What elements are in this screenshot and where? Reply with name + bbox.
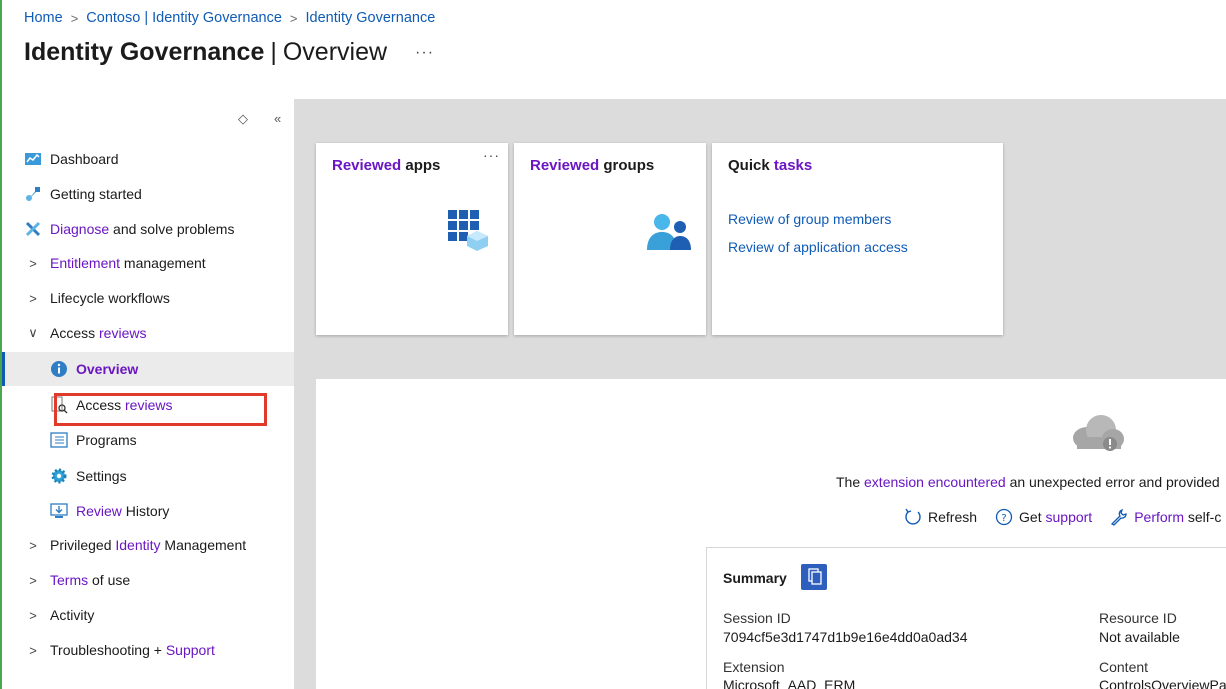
chevron-right-icon: > xyxy=(29,255,37,271)
programs-icon xyxy=(50,431,68,449)
chevron-right-icon: > xyxy=(29,607,37,623)
page-title-separator: | xyxy=(270,38,277,66)
refresh-button[interactable]: Refresh xyxy=(904,508,977,526)
chevron-right-icon: > xyxy=(29,290,37,306)
chevron-right-icon: > xyxy=(29,537,37,553)
page-title: Identity Governance | Overview ··· xyxy=(24,38,434,67)
collapse-sidebar-icon[interactable]: « xyxy=(274,111,281,126)
more-options-button[interactable]: ··· xyxy=(415,44,434,62)
reviewed-groups-card[interactable]: Reviewed groups xyxy=(514,143,706,335)
sidebar-item-settings[interactable]: Settings xyxy=(2,459,294,493)
extension-value: Microsoft_AAD_ERM xyxy=(723,677,856,689)
review-application-access-link[interactable]: Review of application access xyxy=(728,239,908,255)
chevron-right-icon: > xyxy=(29,572,37,588)
users-group-icon xyxy=(646,213,692,256)
error-panel: The extension encountered an unexpected … xyxy=(316,379,1226,689)
resource-id-value: Not available xyxy=(1099,629,1180,645)
sidebar-item-label: Diagnose and solve problems xyxy=(50,221,235,237)
cloud-error-icon xyxy=(1069,412,1127,459)
perform-self-check-label: Perform self-c xyxy=(1134,509,1222,525)
sidebar-item-dashboard[interactable]: Dashboard xyxy=(2,142,294,176)
sidebar-item-getting-started[interactable]: Getting started xyxy=(2,177,294,211)
info-icon xyxy=(50,360,68,378)
summary-title: Summary xyxy=(723,570,787,586)
card-title: Quick tasks xyxy=(728,157,813,174)
chevron-down-icon: ∨ xyxy=(28,325,38,340)
sidebar-scroll-icon[interactable]: ◇ xyxy=(238,111,248,127)
sidebar-item-troubleshooting-support[interactable]: > Troubleshooting + Support xyxy=(2,633,294,667)
download-history-icon xyxy=(50,502,68,520)
apps-grid-icon xyxy=(447,209,489,256)
breadcrumb: Home > Contoso | Identity Governance > I… xyxy=(24,10,435,26)
sidebar-item-label: Entitlement management xyxy=(50,255,206,271)
get-support-button[interactable]: ? Get support xyxy=(995,508,1092,526)
error-message: The extension encountered an unexpected … xyxy=(836,474,1220,490)
sidebar-item-entitlement-management[interactable]: > Entitlement management xyxy=(2,246,294,280)
card-more-button[interactable]: ··· xyxy=(483,147,500,163)
chevron-right-icon: > xyxy=(70,10,79,26)
card-title: Reviewed apps xyxy=(332,157,441,174)
quick-tasks-card: Quick tasks Review of group members Revi… xyxy=(712,143,1003,335)
wrench-icon xyxy=(1111,508,1127,526)
sidebar-item-activity[interactable]: > Activity xyxy=(2,598,294,632)
sidebar-item-label: Terms of use xyxy=(50,572,131,588)
sidebar-item-label: Lifecycle workflows xyxy=(50,290,170,306)
reviewed-apps-card[interactable]: Reviewed apps ··· xyxy=(316,143,508,335)
resource-id-label: Resource ID xyxy=(1099,610,1177,626)
sidebar-item-lifecycle-workflows[interactable]: > Lifecycle workflows xyxy=(2,281,294,315)
card-title: Reviewed groups xyxy=(530,157,655,174)
wrench-cross-icon xyxy=(24,220,42,238)
dashboard-icon xyxy=(24,150,42,168)
breadcrumb-contoso[interactable]: Contoso | Identity Governance xyxy=(86,10,282,26)
review-group-members-link[interactable]: Review of group members xyxy=(728,211,891,227)
sidebar-item-label: Programs xyxy=(76,432,137,448)
refresh-label: Refresh xyxy=(928,509,978,525)
sidebar-item-label: Privileged Identity Management xyxy=(50,537,247,553)
gear-icon xyxy=(50,467,68,485)
sidebar-item-programs[interactable]: Programs xyxy=(2,423,294,457)
copy-icon[interactable] xyxy=(801,564,827,590)
chevron-right-icon: > xyxy=(289,10,298,26)
session-id-value: 7094cf5e3d1747d1b9e16e4dd0a0ad34 xyxy=(723,629,968,645)
sidebar-item-label: Troubleshooting + Support xyxy=(50,642,215,658)
rocket-icon xyxy=(24,185,42,203)
sidebar-item-label: Dashboard xyxy=(50,151,119,167)
sidebar-item-diagnose[interactable]: Diagnose and solve problems xyxy=(2,212,294,246)
sidebar-item-label: Settings xyxy=(76,468,127,484)
chevron-right-icon: > xyxy=(29,642,37,658)
sidebar-item-label: Review History xyxy=(76,503,170,519)
sidebar-item-label: Overview xyxy=(76,361,139,377)
perform-self-check-button[interactable]: Perform self-c xyxy=(1110,508,1221,526)
sidebar-item-label: Access reviews xyxy=(50,325,147,341)
error-actions: Refresh ? Get support Perform self-c xyxy=(904,508,1221,526)
sidebar-item-label: Activity xyxy=(50,607,95,623)
sidebar-item-review-history[interactable]: Review History xyxy=(2,494,294,528)
sidebar-item-terms-of-use[interactable]: > Terms of use xyxy=(2,563,294,597)
breadcrumb-home[interactable]: Home xyxy=(24,10,63,26)
sidebar-item-label: Getting started xyxy=(50,186,142,202)
extension-label: Extension xyxy=(723,659,785,675)
highlight-box xyxy=(54,393,267,426)
page-title-sub: Overview xyxy=(282,38,388,66)
session-id-label: Session ID xyxy=(723,610,791,626)
get-support-label: Get support xyxy=(1019,509,1093,525)
content-value: ControlsOverviewPa xyxy=(1099,677,1226,689)
summary-panel: Summary Session ID 7094cf5e3d1747d1b9e16… xyxy=(706,547,1226,689)
question-icon: ? xyxy=(995,508,1013,526)
page-title-main: Identity Governance xyxy=(24,38,265,66)
sidebar-item-access-reviews-group[interactable]: ∨ Access reviews xyxy=(2,316,294,350)
breadcrumb-identity-governance[interactable]: Identity Governance xyxy=(305,10,435,26)
sidebar-item-overview[interactable]: Overview xyxy=(2,352,294,386)
refresh-icon xyxy=(905,508,921,525)
sidebar-item-privileged-identity-management[interactable]: > Privileged Identity Management xyxy=(2,528,294,562)
svg-text:?: ? xyxy=(1001,513,1006,524)
content-label: Content xyxy=(1099,659,1149,675)
